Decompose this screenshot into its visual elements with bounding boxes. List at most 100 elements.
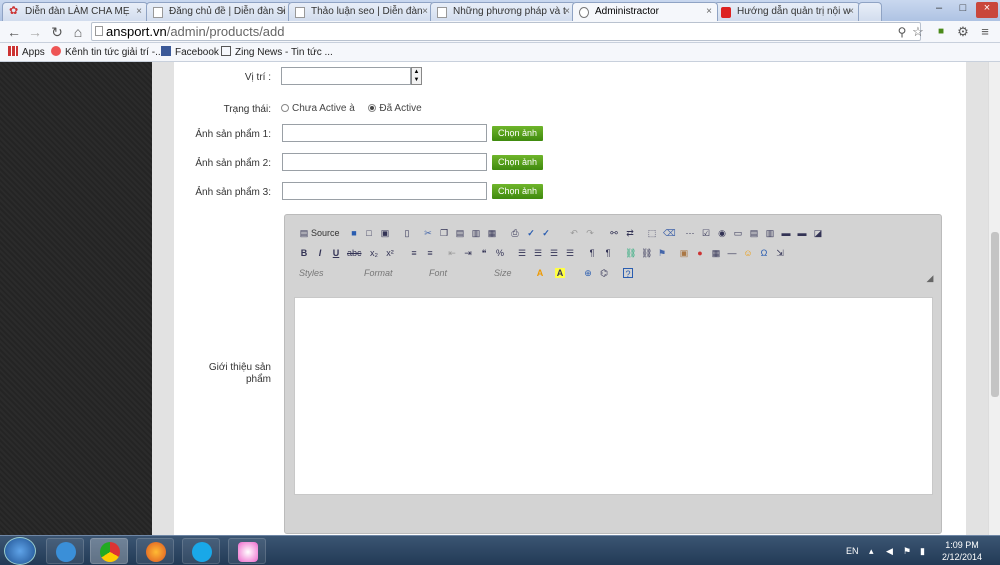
print-icon[interactable]: ⎙ bbox=[510, 228, 520, 238]
bookmark-facebook[interactable]: Facebook bbox=[161, 46, 219, 58]
spellcheck-icon[interactable]: ✓ bbox=[526, 228, 536, 238]
close-icon[interactable]: × bbox=[564, 6, 570, 17]
bulleted-list-icon[interactable]: ≡ bbox=[425, 248, 435, 258]
find-icon[interactable]: ⚯ bbox=[609, 228, 619, 238]
preview-icon[interactable]: ▣ bbox=[380, 228, 390, 238]
editor-content-area[interactable] bbox=[294, 297, 933, 495]
tab-administractor[interactable]: Administractor × bbox=[572, 2, 718, 21]
close-window-icon[interactable]: × bbox=[976, 2, 998, 18]
textarea-icon[interactable]: ▤ bbox=[749, 228, 759, 238]
redo-icon[interactable]: ↷ bbox=[585, 228, 595, 238]
text-color-icon[interactable]: A bbox=[535, 268, 545, 278]
radio-icon[interactable]: ◉ bbox=[717, 228, 727, 238]
close-icon[interactable]: × bbox=[136, 6, 142, 17]
address-bar[interactable]: ansport.vn/admin/products/add bbox=[91, 22, 921, 41]
network-icon[interactable]: ▮ bbox=[920, 546, 925, 557]
image-button-icon[interactable]: ▬ bbox=[797, 228, 807, 238]
star-icon[interactable]: ☆ bbox=[909, 23, 927, 41]
outdent-icon[interactable]: ⇤ bbox=[447, 248, 457, 258]
select-all-icon[interactable]: ⬚ bbox=[647, 228, 657, 238]
taskbar-paint[interactable] bbox=[228, 538, 266, 564]
extension-icon[interactable]: ■ bbox=[932, 23, 950, 41]
choose-image1-button[interactable]: Chọn ảnh bbox=[492, 126, 543, 141]
flash-icon[interactable]: ● bbox=[695, 248, 705, 258]
button-field-icon[interactable]: ▬ bbox=[781, 228, 791, 238]
paste-icon[interactable]: ▤ bbox=[455, 228, 465, 238]
div-icon[interactable]: % bbox=[495, 248, 505, 258]
remove-format-icon[interactable]: ⌫ bbox=[663, 228, 676, 238]
form-icon[interactable]: ⋯ bbox=[685, 228, 695, 238]
align-right-icon[interactable]: ☰ bbox=[549, 248, 559, 258]
ltr-icon[interactable]: ¶ bbox=[587, 248, 597, 258]
choose-image3-button[interactable]: Chọn ảnh bbox=[492, 184, 543, 199]
select-field-icon[interactable]: ▥ bbox=[765, 228, 775, 238]
underline-icon[interactable]: U bbox=[331, 248, 341, 258]
new-page-icon[interactable]: □ bbox=[364, 228, 374, 238]
tab-huong-dan-quan-tri[interactable]: Hướng dẫn quản trị nội w × bbox=[714, 2, 860, 21]
back-arrow-icon[interactable]: ← bbox=[5, 23, 23, 41]
blockquote-icon[interactable]: ❝ bbox=[479, 248, 489, 258]
italic-icon[interactable]: I bbox=[315, 248, 325, 258]
paste-text-icon[interactable]: ▥ bbox=[471, 228, 481, 238]
anchor-icon[interactable]: ⚑ bbox=[657, 248, 667, 258]
bookmark-zing-news[interactable]: Zing News - Tin tức ... bbox=[221, 46, 333, 58]
home-icon[interactable]: ⌂ bbox=[69, 23, 87, 41]
rtl-icon[interactable]: ¶ bbox=[603, 248, 613, 258]
speaker-icon[interactable]: ◀ bbox=[886, 546, 893, 557]
unlink-icon[interactable]: ⛓ bbox=[641, 248, 652, 258]
collapse-toolbar-icon[interactable]: ◢ bbox=[925, 273, 935, 283]
status-radio-inactive[interactable] bbox=[281, 104, 289, 112]
align-left-icon[interactable]: ☰ bbox=[517, 248, 527, 258]
image2-input[interactable] bbox=[282, 153, 487, 171]
bookmark-kenh-tin-tuc[interactable]: Kênh tin tức giải trí -... bbox=[51, 46, 163, 58]
image1-input[interactable] bbox=[282, 124, 487, 142]
spin-up-icon[interactable]: ▲ bbox=[412, 68, 421, 76]
taskbar-firefox[interactable] bbox=[136, 538, 174, 564]
image-icon[interactable]: ▣ bbox=[679, 248, 689, 258]
checkbox-icon[interactable]: ☑ bbox=[701, 228, 711, 238]
maximize-editor-icon[interactable]: ⊕ bbox=[583, 268, 593, 278]
spin-down-icon[interactable]: ▼ bbox=[412, 76, 421, 84]
menu-icon[interactable]: ≡ bbox=[976, 23, 994, 41]
subscript-icon[interactable]: x₂ bbox=[369, 248, 379, 258]
bookmark-apps[interactable]: Apps bbox=[8, 46, 45, 58]
tab-dien-dan-lam-cha-me[interactable]: ✿ Diễn đàn LÀM CHA MẸ × bbox=[2, 2, 148, 21]
tray-up-icon[interactable]: ▴ bbox=[869, 546, 874, 557]
page-scrollbar[interactable] bbox=[988, 62, 1000, 535]
status-radio-active[interactable] bbox=[368, 104, 377, 112]
help-icon[interactable]: ? bbox=[623, 268, 633, 279]
copy-icon[interactable]: ❐ bbox=[439, 228, 449, 238]
maximize-icon[interactable]: □ bbox=[952, 2, 974, 18]
close-icon[interactable]: × bbox=[280, 6, 286, 17]
superscript-icon[interactable]: x² bbox=[385, 248, 395, 258]
flag-icon[interactable]: ⚑ bbox=[903, 546, 911, 557]
scayt-icon[interactable]: ✓ bbox=[541, 228, 551, 238]
choose-image2-button[interactable]: Chọn ảnh bbox=[492, 155, 543, 170]
tab-thao-luan-seo[interactable]: Thảo luận seo | Diễn đàn × bbox=[288, 2, 434, 21]
system-clock[interactable]: 1:09 PM 2/12/2014 bbox=[942, 539, 982, 563]
justify-icon[interactable]: ☰ bbox=[565, 248, 575, 258]
position-spinner[interactable]: ▲ ▼ bbox=[411, 67, 422, 85]
taskbar-ie[interactable] bbox=[46, 538, 84, 564]
indent-icon[interactable]: ⇥ bbox=[463, 248, 473, 258]
taskbar-chrome[interactable] bbox=[90, 538, 128, 564]
horizontal-rule-icon[interactable]: — bbox=[727, 248, 737, 258]
page-break-icon[interactable]: ⇲ bbox=[775, 248, 785, 258]
bg-color-icon[interactable]: A bbox=[555, 268, 565, 278]
hidden-field-icon[interactable]: ◪ bbox=[813, 228, 823, 238]
strike-icon[interactable]: abc bbox=[347, 248, 362, 258]
tab-nhung-phuong-phap[interactable]: Những phương pháp và t × bbox=[430, 2, 576, 21]
undo-icon[interactable]: ↶ bbox=[569, 228, 579, 238]
bold-icon[interactable]: B bbox=[299, 248, 309, 258]
textfield-icon[interactable]: ▭ bbox=[733, 228, 743, 238]
link-icon[interactable]: ⛓ bbox=[625, 248, 636, 258]
language-indicator[interactable]: EN bbox=[846, 546, 859, 556]
scrollbar-thumb[interactable] bbox=[991, 232, 999, 397]
source-icon[interactable]: ▤ bbox=[299, 228, 309, 238]
special-char-icon[interactable]: Ω bbox=[759, 248, 769, 258]
font-combo[interactable]: Font bbox=[429, 268, 447, 278]
taskbar-skype[interactable] bbox=[182, 538, 220, 564]
paste-word-icon[interactable]: ▦ bbox=[487, 228, 497, 238]
start-button[interactable] bbox=[4, 537, 36, 565]
show-blocks-icon[interactable]: ⌬ bbox=[599, 268, 609, 278]
